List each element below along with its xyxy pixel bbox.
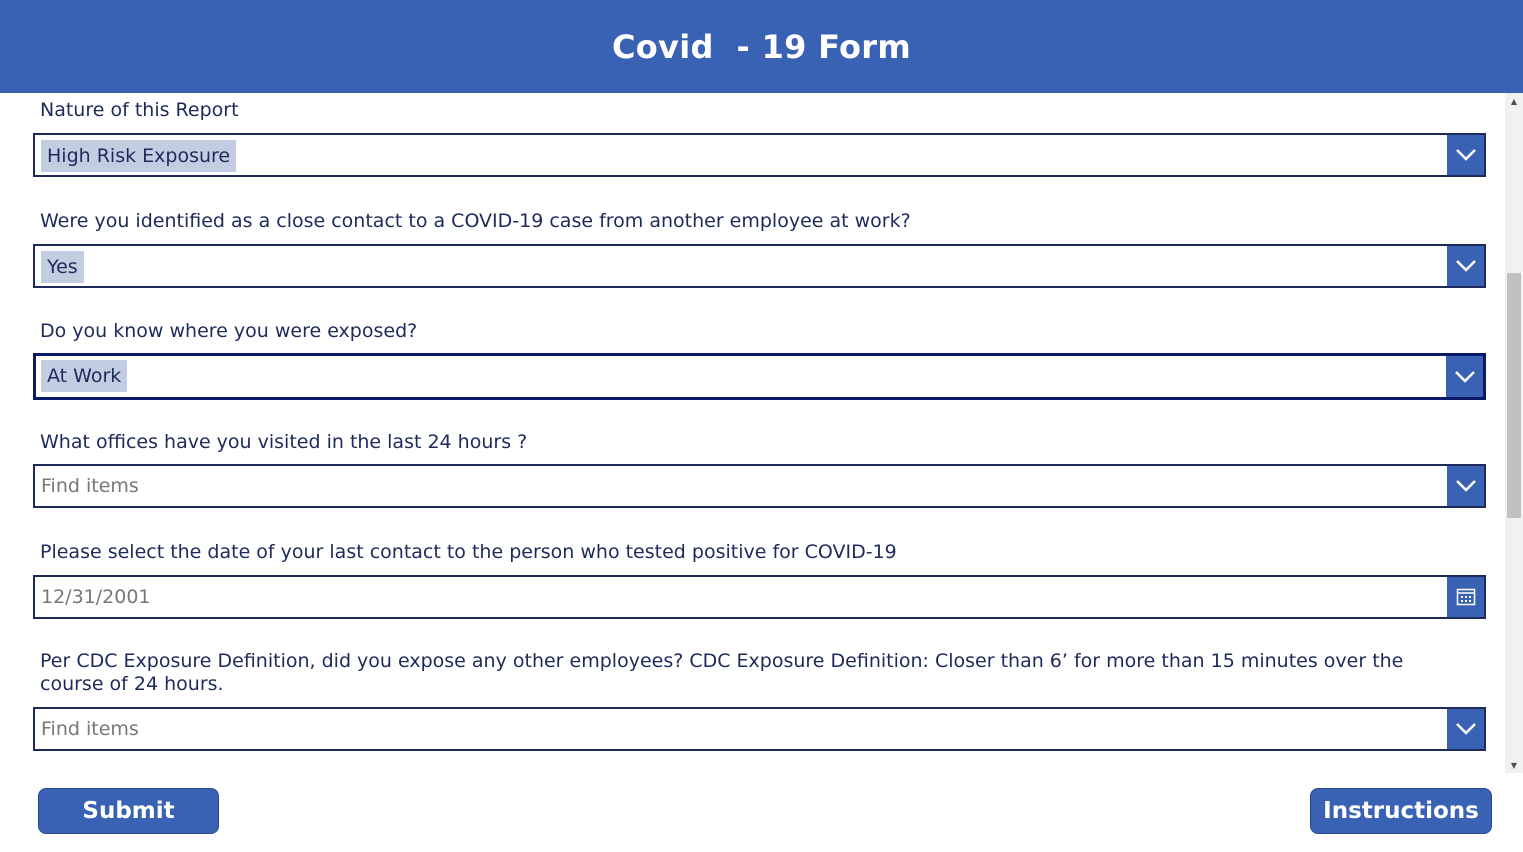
exposed-employees-combobox[interactable]: Find items xyxy=(33,707,1486,751)
page-title: Covid - 19 Form xyxy=(611,27,912,66)
offices-visited-label: What offices have you visited in the las… xyxy=(40,431,528,453)
last-contact-date-placeholder[interactable]: 12/31/2001 xyxy=(41,577,151,617)
chevron-down-icon[interactable] xyxy=(1446,356,1483,397)
close-contact-selected-value: Yes xyxy=(41,251,84,283)
nature-of-report-label: Nature of this Report xyxy=(40,99,239,121)
exposed-employees-label: Per CDC Exposure Definition, did you exp… xyxy=(40,650,1404,695)
exposure-location-label: Do you know where you were exposed? xyxy=(40,320,418,342)
vertical-scrollbar[interactable]: ▲ ▼ xyxy=(1505,93,1523,773)
nature-of-report-dropdown[interactable]: High Risk Exposure xyxy=(33,133,1486,177)
instructions-button[interactable]: Instructions xyxy=(1310,788,1492,834)
submit-button[interactable]: Submit xyxy=(38,788,219,834)
exposed-employees-placeholder[interactable]: Find items xyxy=(41,709,139,749)
nature-of-report-selected-value: High Risk Exposure xyxy=(41,140,237,172)
chevron-down-icon[interactable] xyxy=(1447,246,1484,286)
form-area: Nature of this Report High Risk Exposure… xyxy=(0,93,1505,773)
offices-visited-combobox[interactable]: Find items xyxy=(33,464,1486,508)
offices-visited-placeholder[interactable]: Find items xyxy=(41,466,139,506)
last-contact-date-label: Please select the date of your last cont… xyxy=(40,541,897,563)
scroll-down-icon[interactable]: ▼ xyxy=(1505,757,1523,773)
close-contact-dropdown[interactable]: Yes xyxy=(33,244,1486,288)
calendar-icon[interactable] xyxy=(1447,577,1484,617)
close-contact-label: Were you identified as a close contact t… xyxy=(40,210,911,232)
chevron-down-icon[interactable] xyxy=(1447,709,1484,749)
exposure-location-selected-value: At Work xyxy=(41,360,128,392)
header-bar: Covid - 19 Form xyxy=(0,0,1523,93)
last-contact-date-picker[interactable]: 12/31/2001 xyxy=(33,575,1486,619)
chevron-down-icon[interactable] xyxy=(1447,135,1484,175)
scroll-up-icon[interactable]: ▲ xyxy=(1505,93,1523,109)
exposure-location-dropdown[interactable]: At Work xyxy=(33,353,1486,400)
chevron-down-icon[interactable] xyxy=(1447,466,1484,506)
scroll-thumb[interactable] xyxy=(1507,273,1521,518)
